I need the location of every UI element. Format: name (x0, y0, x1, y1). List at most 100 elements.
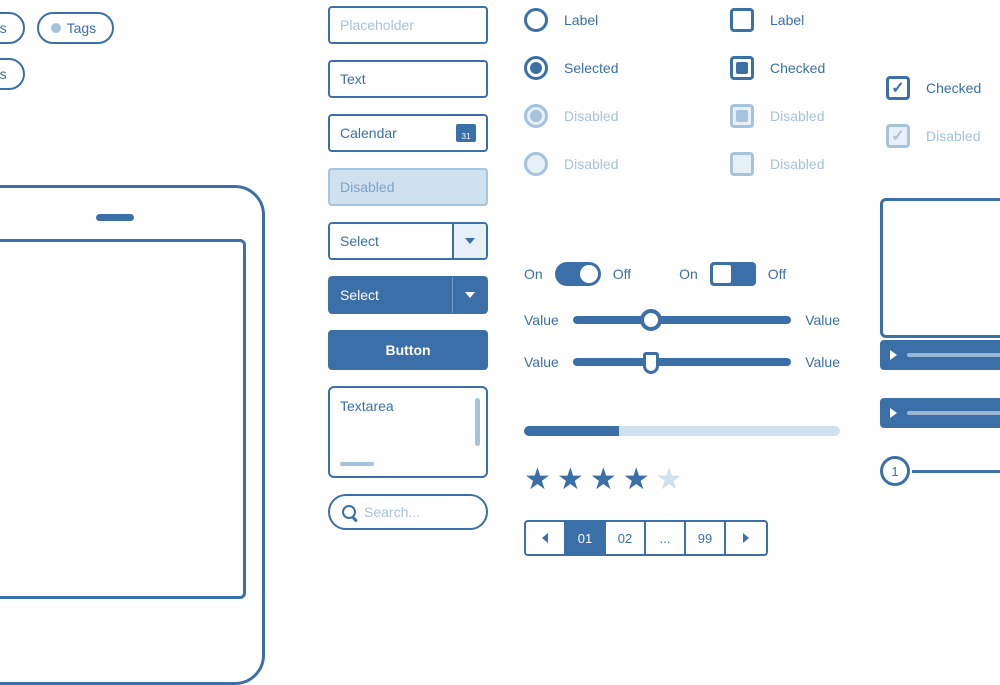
search-input[interactable]: Search... (328, 494, 488, 530)
radio-label: Label (564, 12, 598, 28)
page-ellipsis: ... (646, 522, 686, 554)
search-placeholder: Search... (364, 504, 420, 520)
checkbox-unchecked[interactable] (730, 8, 754, 32)
progress-fill (524, 426, 619, 436)
toggle-square-group: On Off (679, 262, 786, 286)
checkmark-row-disabled: ✓ Disabled (886, 122, 1000, 150)
date-input[interactable]: Calendar (328, 114, 488, 152)
pagination: 01 02 ... 99 (524, 520, 768, 556)
checkbox-label: Disabled (770, 108, 824, 124)
checkbox-disabled-checked (730, 104, 754, 128)
radio-unchecked[interactable] (524, 8, 548, 32)
radio-row-disabled: Disabled (524, 150, 704, 178)
slider-min-label: Value (524, 354, 559, 370)
star-icon-empty[interactable]: ★ (656, 462, 683, 497)
stepper-step-1[interactable]: 1 (880, 456, 910, 486)
checkbox-label: Checked (770, 60, 825, 76)
input-value: Text (340, 71, 366, 87)
resize-handle-icon (340, 462, 374, 466)
radio-row-selected: Selected (524, 54, 704, 82)
phone-frame (0, 185, 265, 685)
select-outline[interactable]: Select (328, 222, 488, 260)
checkmark-checked[interactable]: ✓ (886, 76, 910, 100)
play-icon[interactable] (890, 408, 897, 418)
select-label: Select (328, 222, 452, 260)
toggle-off-label: Off (768, 266, 786, 282)
media-controls-1[interactable] (880, 340, 1000, 370)
slider-round-row: Value Value (524, 312, 840, 328)
play-icon[interactable] (890, 350, 897, 360)
star-icon[interactable]: ★ (590, 462, 617, 497)
phone-screen (0, 239, 246, 599)
radio-label: Selected (564, 60, 618, 76)
select-arrow[interactable] (452, 222, 488, 260)
toggle-off-label: Off (613, 266, 631, 282)
star-icon[interactable]: ★ (623, 462, 650, 497)
star-icon[interactable]: ★ (524, 462, 551, 497)
slider-thumb-round-icon[interactable] (640, 309, 662, 331)
radio-label: Disabled (564, 156, 618, 172)
radio-row-disabled-selected: Disabled (524, 102, 704, 130)
chevron-left-icon (542, 533, 548, 543)
page-prev-button[interactable] (526, 522, 566, 554)
media-preview-frame (880, 198, 1000, 338)
checkbox-row-disabled-checked: Disabled (730, 102, 880, 130)
slider-track-shield[interactable] (573, 358, 791, 366)
button-label: Button (385, 342, 430, 358)
star-rating[interactable]: ★ ★ ★ ★ ★ (524, 462, 683, 497)
checkbox-disabled (730, 152, 754, 176)
phone-speaker-icon (96, 214, 134, 221)
toggle-round-group: On Off (524, 262, 631, 286)
input-value: Calendar (340, 125, 397, 141)
checkbox-label: Disabled (770, 156, 824, 172)
checkbox-row-checked: Checked (730, 54, 880, 82)
textarea[interactable]: Textarea (328, 386, 488, 478)
slider-shield-row: Value Value (524, 354, 840, 370)
media-controls-2[interactable] (880, 398, 1000, 428)
slider-thumb-shield-icon[interactable] (643, 352, 659, 374)
media-progress[interactable] (907, 411, 1000, 415)
page-99[interactable]: 99 (686, 522, 726, 554)
chevron-right-icon (743, 533, 749, 543)
slider-max-label: Value (805, 354, 840, 370)
checkmark-label: Disabled (926, 128, 980, 144)
textarea-value: Textarea (340, 398, 394, 414)
text-input-disabled: Disabled (328, 168, 488, 206)
checkbox-checked[interactable] (730, 56, 754, 80)
toggle-square[interactable] (710, 262, 756, 286)
text-input-filled[interactable]: Text (328, 60, 488, 98)
tag-with-dot[interactable]: Tags (37, 12, 115, 44)
primary-button[interactable]: Button (328, 330, 488, 370)
tag-label: Tags (67, 20, 97, 36)
tag-partial-2[interactable]: ags (0, 58, 25, 90)
checkmark-label: Checked (926, 80, 981, 96)
page-1[interactable]: 01 (566, 522, 606, 554)
checkbox-row-disabled: Disabled (730, 150, 880, 178)
checkmark-row-checked: ✓ Checked (886, 74, 1000, 102)
select-filled[interactable]: Select (328, 276, 488, 314)
input-placeholder: Placeholder (340, 17, 414, 33)
radio-selected[interactable] (524, 56, 548, 80)
media-progress[interactable] (907, 353, 1000, 357)
progress-bar (524, 426, 840, 436)
page-next-button[interactable] (726, 522, 766, 554)
stepper-line (912, 470, 1000, 473)
checkmark-disabled: ✓ (886, 124, 910, 148)
search-icon (342, 505, 356, 519)
page-2[interactable]: 02 (606, 522, 646, 554)
slider-track-round[interactable] (573, 316, 791, 324)
checkbox-label: Label (770, 12, 804, 28)
slider-max-label: Value (805, 312, 840, 328)
radio-disabled (524, 152, 548, 176)
star-icon[interactable]: ★ (557, 462, 584, 497)
dot-icon (51, 23, 61, 33)
scrollbar[interactable] (475, 398, 480, 446)
select-label: Select (328, 276, 452, 314)
toggle-round[interactable] (555, 262, 601, 286)
calendar-icon (456, 124, 476, 142)
toggle-on-label: On (524, 266, 543, 282)
text-input-placeholder[interactable]: Placeholder (328, 6, 488, 44)
tag-partial-1[interactable]: ags (0, 12, 25, 44)
select-arrow[interactable] (452, 276, 488, 314)
checkbox-row-default: Label (730, 6, 880, 34)
